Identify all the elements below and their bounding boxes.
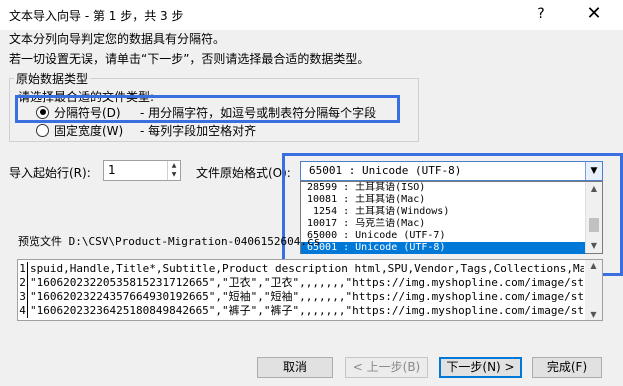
next-button[interactable]: 下一步(N) > [439,357,522,378]
dropdown-option-selected[interactable]: 65001 : Unicode (UTF-8) [301,242,586,254]
dropdown-option[interactable]: 28599 : 土耳其语(ISO) [301,182,586,194]
start-row-spinner[interactable]: 1 ▲ ▼ [103,160,181,181]
radio-delimited[interactable]: 分隔符号(D) - 用分隔字符，如逗号或制表符分隔每个字段 [36,104,376,120]
description-line-1: 文本分列向导判定您的数据具有分隔符。 [9,32,226,46]
preview-scrollbar[interactable]: ▲ ▼ [585,260,602,320]
scroll-thumb[interactable] [589,218,599,232]
preview-row-text: "16062023220535815231712665","卫衣","卫衣",,… [30,276,584,289]
preview-row-number: 4 [18,304,28,318]
preview-row-number: 1 [18,262,28,276]
file-origin-label: 文件原始格式(O): [196,166,291,180]
start-row-label: 导入起始行(R): [9,166,91,180]
radio-fixed-width-description: - 每列字段加空格对齐 [140,123,257,138]
spinner-arrows-icon[interactable]: ▲ ▼ [167,161,180,180]
data-type-group-title: 原始数据类型 [14,70,91,87]
start-row-value[interactable]: 1 [108,163,116,177]
file-origin-dropdown-list[interactable]: 28599 : 土耳其语(ISO) 10081 : 土耳其语(Mac) 1254… [300,181,603,254]
finish-button[interactable]: 完成(F) [532,357,602,378]
scroll-down-arrow-icon[interactable]: ▼ [585,310,602,319]
radio-fixed-width-label[interactable]: 固定宽度(W) [54,122,132,139]
radio-delimited-indicator[interactable] [36,105,49,119]
preview-row: 2 "16062023220535815231712665","卫衣","卫衣",… [18,276,584,290]
scroll-up-arrow-icon[interactable]: ▲ [586,182,602,196]
preview-file-label: 预览文件 D:\CSV\Product-Migration-0406152604… [18,235,321,248]
close-button[interactable]: ✕ [580,3,608,25]
radio-fixed-width-indicator[interactable] [36,123,49,137]
title-bar: 文本导入向导 - 第 1 步，共 3 步 ? ✕ [0,0,623,30]
scroll-down-arrow-icon[interactable]: ▼ [586,239,602,253]
preview-row-text: spuid,Handle,Title*,Subtitle,Product des… [30,262,584,275]
preview-row: 1 spuid,Handle,Title*,Subtitle,Product de… [18,262,584,276]
preview-row-text: "16062023236425180849842665","裤子","裤子",,… [30,304,584,317]
window-title: 文本导入向导 - 第 1 步，共 3 步 [9,9,184,23]
radio-delimited-label[interactable]: 分隔符号(D) [54,104,132,121]
preview-row-number: 2 [18,276,28,290]
dropdown-option[interactable]: 65000 : Unicode (UTF-7) [301,230,586,242]
scroll-up-arrow-icon[interactable]: ▲ [585,261,602,270]
chevron-down-icon[interactable]: ▼ [585,162,602,180]
dropdown-option[interactable]: 1254 : 土耳其语(Windows) [301,206,586,218]
radio-fixed-width[interactable]: 固定宽度(W) - 每列字段加空格对齐 [36,122,256,138]
preview-row-number: 3 [18,290,28,304]
cancel-button[interactable]: 取消 [257,357,333,378]
description-line-2: 若一切设置无误，请单击“下一步”，否则请选择最合适的数据类型。 [9,52,370,66]
dropdown-scrollbar[interactable]: ▲ ▼ [585,182,602,253]
radio-delimited-description: - 用分隔字符，如逗号或制表符分隔每个字段 [140,105,377,120]
preview-row: 4 "16062023236425180849842665","裤子","裤子",… [18,304,584,318]
preview-row: 3 "16062023224357664930192665","短袖","短袖",… [18,290,584,304]
file-origin-combobox[interactable]: 65001 : Unicode (UTF-8) ▼ [300,161,603,181]
preview-row-text: "16062023224357664930192665","短袖","短袖",,… [30,290,584,303]
help-button[interactable]: ? [530,3,552,25]
dropdown-option[interactable]: 10081 : 土耳其语(Mac) [301,194,586,206]
file-origin-value[interactable]: 65001 : Unicode (UTF-8) [309,164,461,177]
preview-pane[interactable]: 1 spuid,Handle,Title*,Subtitle,Product de… [17,259,603,321]
back-button[interactable]: < 上一步(B) [345,357,428,378]
data-type-prompt: 请选择最合适的文件类型: [18,90,155,104]
dropdown-option[interactable]: 10017 : 乌克兰语(Mac) [301,218,586,230]
